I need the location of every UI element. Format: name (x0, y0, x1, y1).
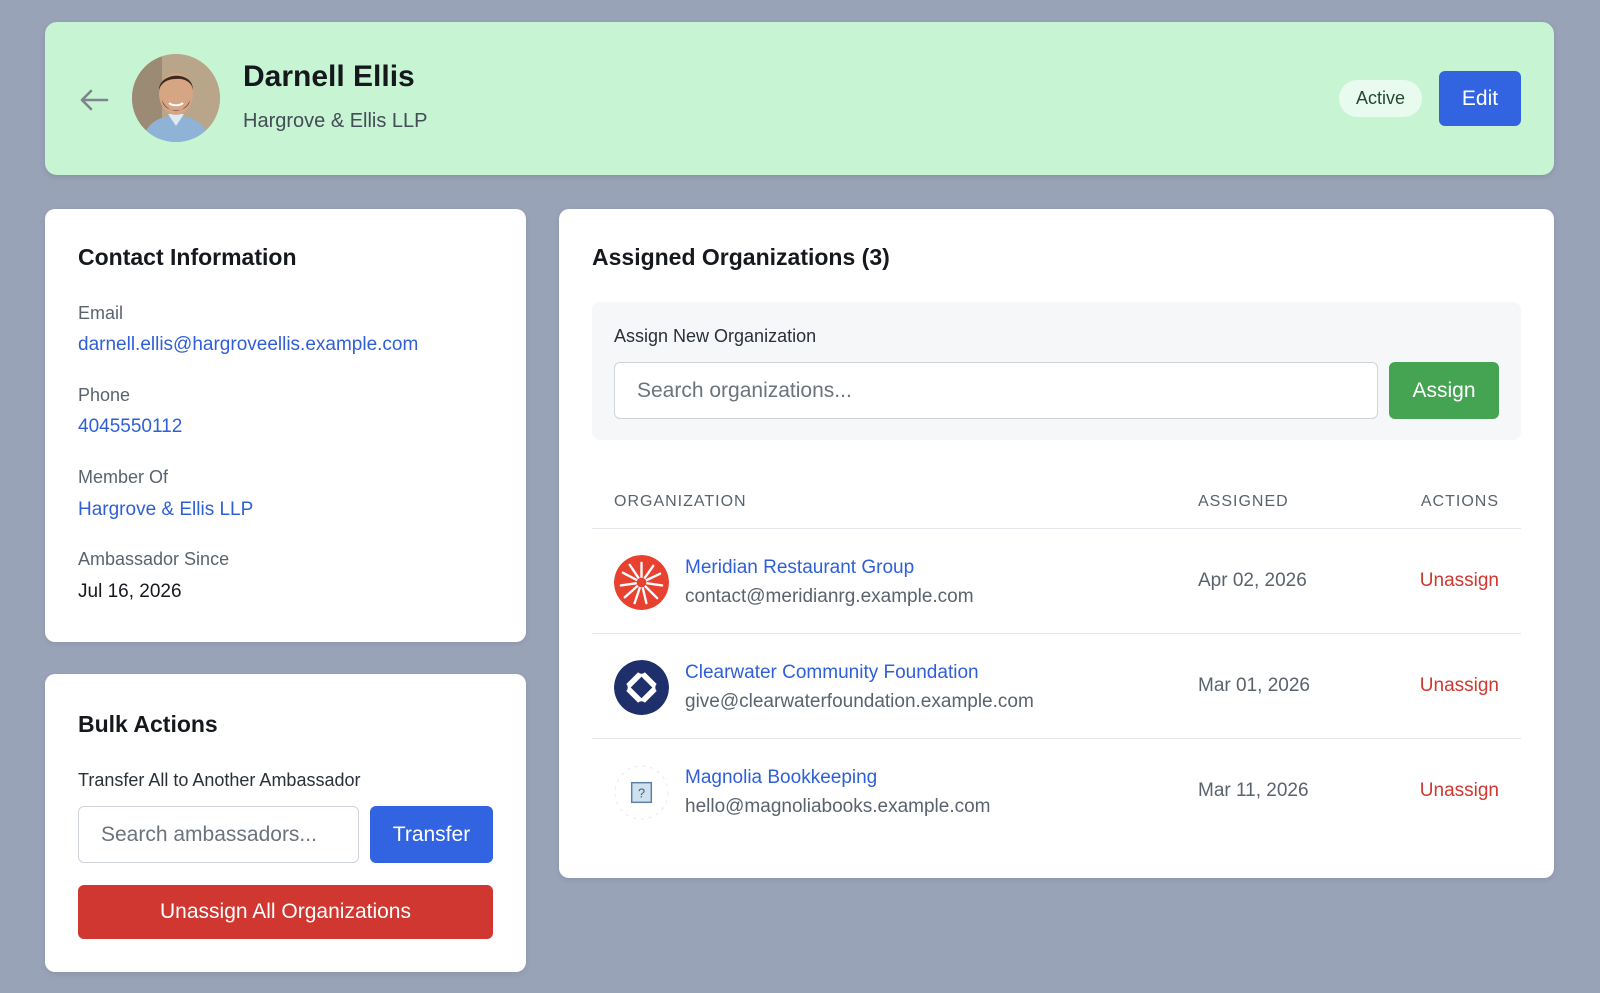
assigned-date: Apr 02, 2026 (1198, 570, 1307, 591)
member-of-link[interactable]: Hargrove & Ellis LLP (78, 499, 253, 521)
card-title: Assigned Organizations (3) (592, 244, 890, 270)
contact-organization: Hargrove & Ellis LLP (243, 110, 428, 132)
table-row: ? Magnolia Bookkeeping hello@magnoliaboo… (592, 738, 1521, 843)
profile-header: Darnell Ellis Hargrove & Ellis LLP Activ… (45, 22, 1554, 175)
column-header-actions: ACTIONS (1420, 493, 1499, 510)
organization-name-link[interactable]: Magnolia Bookkeeping (685, 767, 877, 789)
status-badge: Active (1339, 80, 1423, 117)
bulk-actions-card: Bulk Actions Transfer All to Another Amb… (45, 674, 526, 972)
ambassador-since-value: Jul 16, 2026 (78, 581, 182, 602)
transfer-label: Transfer All to Another Ambassador (78, 770, 361, 790)
ambassador-search-input[interactable] (78, 806, 359, 863)
assign-label: Assign New Organization (614, 326, 817, 346)
unassign-link[interactable]: Unassign (1420, 675, 1499, 697)
svg-text:?: ? (638, 785, 645, 800)
organization-name-link[interactable]: Clearwater Community Foundation (685, 662, 979, 684)
ambassador-since-label: Ambassador Since (78, 549, 230, 569)
edit-button[interactable]: Edit (1439, 71, 1521, 126)
column-header-assigned[interactable]: ASSIGNED (1198, 493, 1289, 511)
assigned-date: Mar 01, 2026 (1198, 675, 1310, 696)
phone-label: Phone (78, 385, 131, 405)
unassign-link[interactable]: Unassign (1420, 570, 1499, 592)
email-label: Email (78, 303, 124, 323)
assign-button[interactable]: Assign (1389, 362, 1499, 419)
unassign-link[interactable]: Unassign (1420, 780, 1499, 802)
organization-email: contact@meridianrg.example.com (685, 586, 974, 607)
card-title: Contact Information (78, 244, 297, 270)
column-header-organization[interactable]: ORGANIZATION (614, 493, 747, 511)
phone-link[interactable]: 4045550112 (78, 416, 182, 438)
contact-information-card: Contact Information Email darnell.ellis@… (45, 209, 526, 642)
organization-search-input[interactable] (614, 362, 1378, 419)
organization-name-link[interactable]: Meridian Restaurant Group (685, 557, 914, 579)
table-row: Clearwater Community Foundation give@cle… (592, 633, 1521, 738)
contact-name: Darnell Ellis (243, 60, 415, 93)
organization-email: hello@magnoliabooks.example.com (685, 796, 991, 817)
assigned-organizations-card: Assigned Organizations (3) Assign New Or… (559, 209, 1554, 878)
avatar (132, 54, 220, 142)
table-row: Meridian Restaurant Group contact@meridi… (592, 528, 1521, 633)
member-of-label: Member Of (78, 467, 169, 487)
assign-organization-panel: Assign New Organization Assign (592, 302, 1521, 440)
arrow-left-icon (80, 89, 109, 111)
red-starburst-logo-icon (614, 555, 669, 610)
back-button[interactable] (77, 83, 111, 117)
organization-email: give@clearwaterfoundation.example.com (685, 691, 1034, 712)
assigned-date: Mar 11, 2026 (1198, 780, 1309, 801)
navy-diamond-logo-icon (614, 660, 669, 715)
transfer-button[interactable]: Transfer (370, 806, 493, 863)
card-title: Bulk Actions (78, 711, 218, 737)
email-link[interactable]: darnell.ellis@hargroveellis.example.com (78, 334, 418, 356)
unassign-all-button[interactable]: Unassign All Organizations (78, 885, 493, 939)
placeholder-image-logo-icon: ? (614, 765, 669, 820)
